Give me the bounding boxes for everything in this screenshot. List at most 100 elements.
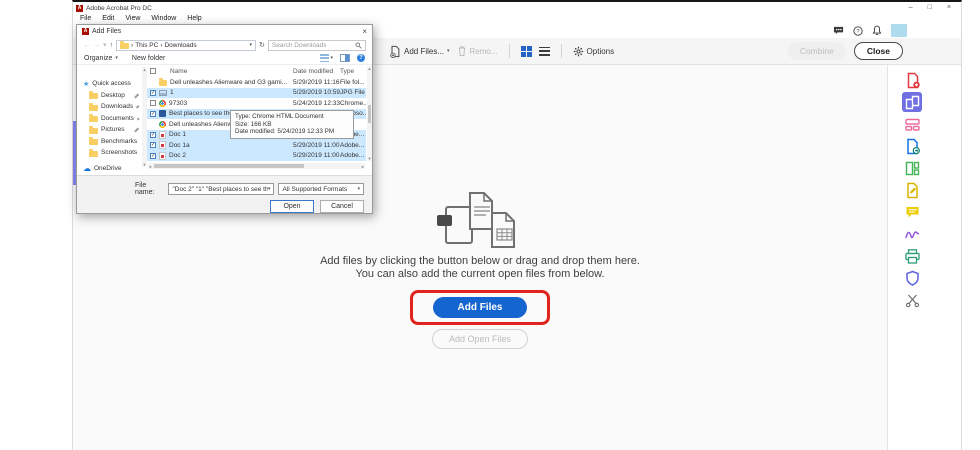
crumb-sep: › (160, 42, 162, 49)
sidebar-item-screenshots[interactable]: Screenshots (77, 147, 147, 159)
file-row[interactable]: ✓15/29/2019 10:59 ...JPG File (147, 88, 366, 99)
tool-edit-pdf[interactable] (902, 114, 922, 134)
close-window-icon[interactable]: × (947, 4, 951, 12)
file-row[interactable]: ✓Doc 1a5/29/2019 11:00 ...Adobe... (147, 140, 366, 151)
minimize-icon[interactable]: – (909, 4, 913, 12)
tool-organize-pages[interactable] (902, 158, 922, 178)
format-dropdown-icon[interactable]: ▾ (357, 186, 360, 192)
list-view-icon[interactable] (539, 47, 550, 56)
scroll-down-icon[interactable]: ▼ (368, 156, 372, 161)
select-all-checkbox[interactable] (150, 68, 156, 74)
scroll-up-icon[interactable]: ▲ (143, 67, 147, 72)
sidebar-item-pictures[interactable]: Pictures (77, 124, 147, 136)
list-scrollbar-horizontal[interactable]: ◄ ► (148, 163, 365, 169)
menu-help[interactable]: Help (187, 15, 201, 22)
tool-combine-files[interactable] (902, 92, 922, 112)
breadcrumb-downloads[interactable]: Downloads (164, 42, 196, 49)
recent-locations-icon[interactable]: ▾ (103, 41, 107, 49)
cancel-button[interactable]: Cancel (320, 200, 364, 213)
column-date-modified[interactable]: Date modified (293, 68, 340, 75)
refresh-icon[interactable]: ↻ (259, 41, 265, 49)
sidebar-item-onedrive[interactable]: ☁OneDrive (77, 163, 147, 175)
sidebar-item-downloads[interactable]: Downloads (77, 101, 147, 113)
add-files-button[interactable]: Add Files (433, 297, 526, 318)
scrollbar-thumb[interactable] (368, 105, 371, 123)
sidebar-item-benchmarks[interactable]: Benchmarks (77, 136, 147, 148)
sidebar-item-quick-access[interactable]: ★Quick access (77, 78, 147, 90)
file-row[interactable]: ✓Doc 25/29/2019 11:00 ...Adobe... (147, 151, 366, 162)
tooltip-line: Type: Chrome HTML Document (235, 113, 349, 121)
acrobat-logo-icon: A (76, 5, 83, 12)
dialog-title-bar[interactable]: A Add Files × (77, 25, 372, 38)
file-row[interactable]: Dell unleashes Alienware and G3 gami...5… (147, 77, 366, 88)
bell-icon[interactable] (872, 25, 882, 36)
file-name-input[interactable]: "Doc 2" "1" "Best places to see the su ▾ (168, 183, 274, 195)
forward-icon[interactable]: → (93, 42, 100, 49)
preview-pane-icon[interactable] (340, 54, 350, 62)
tool-comment[interactable] (902, 202, 922, 222)
grid-view-icon[interactable] (521, 46, 532, 57)
pdf-file-icon (159, 131, 166, 139)
scroll-right-icon[interactable]: ► (361, 164, 365, 169)
file-checkbox[interactable]: ✓ (150, 142, 156, 148)
menu-file[interactable]: File (80, 15, 91, 22)
tool-fill-and-sign[interactable] (902, 224, 922, 244)
sidebar-item-documents[interactable]: Documents (77, 113, 147, 125)
column-name[interactable]: Name (170, 68, 293, 75)
column-type[interactable]: Type (340, 68, 366, 75)
sidebar-item-label: Screenshots (101, 149, 137, 156)
change-view-button[interactable]: ▾ (320, 54, 333, 62)
organize-button[interactable]: Organize (84, 55, 112, 62)
chat-icon[interactable] (833, 26, 844, 36)
list-scrollbar-vertical[interactable]: ▲ ▼ (367, 66, 372, 161)
up-icon[interactable]: ↑ (110, 42, 114, 49)
folder-icon (120, 43, 129, 49)
new-folder-button[interactable]: New folder (132, 55, 165, 62)
dialog-help-icon[interactable]: ? (357, 54, 365, 62)
sidebar-item-desktop[interactable]: Desktop (77, 90, 147, 102)
open-button[interactable]: Open (270, 200, 314, 213)
file-name-dropdown-icon[interactable]: ▾ (268, 186, 271, 192)
file-checkbox[interactable]: ✓ (150, 132, 156, 138)
combine-button[interactable]: Combine (788, 42, 846, 60)
search-input[interactable]: Search Downloads (268, 40, 366, 51)
file-checkbox[interactable] (150, 100, 156, 106)
remove-button[interactable]: Remo... (457, 45, 498, 57)
scroll-up-icon[interactable]: ▲ (368, 66, 372, 71)
format-filter-select[interactable]: All Supported Formats ▾ (278, 183, 364, 195)
close-button[interactable]: Close (854, 42, 903, 60)
menu-edit[interactable]: Edit (102, 15, 114, 22)
address-dropdown-icon[interactable]: ▾ (250, 42, 253, 48)
scrollbar-thumb[interactable] (154, 164, 304, 168)
tool-create-pdf[interactable] (902, 70, 922, 90)
tool-export-pdf[interactable] (902, 136, 922, 156)
dialog-close-icon[interactable]: × (362, 27, 367, 36)
scroll-down-icon[interactable]: ▼ (143, 162, 147, 167)
file-checkbox[interactable]: ✓ (150, 111, 156, 117)
back-icon[interactable]: ← (83, 42, 90, 49)
options-button[interactable]: Options (573, 46, 615, 57)
crumb-sep: › (131, 42, 133, 49)
tool-request-signatures[interactable] (902, 180, 922, 200)
scroll-left-icon[interactable]: ◄ (148, 164, 152, 169)
address-path[interactable]: › This PC › Downloads ▾ (116, 40, 256, 51)
menu-view[interactable]: View (125, 15, 140, 22)
file-checkbox[interactable]: ✓ (150, 153, 156, 159)
help-icon[interactable]: ? (853, 26, 863, 36)
avatar[interactable] (891, 24, 907, 37)
comment-icon (904, 204, 921, 221)
tool-more-tools[interactable] (902, 290, 922, 310)
add-files-dropdown-button[interactable]: Add Files... ▾ (389, 45, 450, 58)
file-type: Adobe... (340, 142, 366, 149)
file-checkbox[interactable]: ✓ (150, 90, 156, 96)
menu-window[interactable]: Window (151, 15, 176, 22)
add-open-files-button[interactable]: Add Open Files (432, 329, 528, 349)
tool-protect[interactable] (902, 268, 922, 288)
maximize-icon[interactable]: □ (928, 4, 932, 12)
chrome-file-icon (159, 100, 166, 107)
toolbar-divider (561, 44, 562, 58)
breadcrumb-this-pc[interactable]: This PC (135, 42, 158, 49)
file-type: Chrome... (340, 100, 366, 107)
file-row[interactable]: 973035/24/2019 12:33 ...Chrome... (147, 98, 366, 109)
tool-print-production[interactable] (902, 246, 922, 266)
